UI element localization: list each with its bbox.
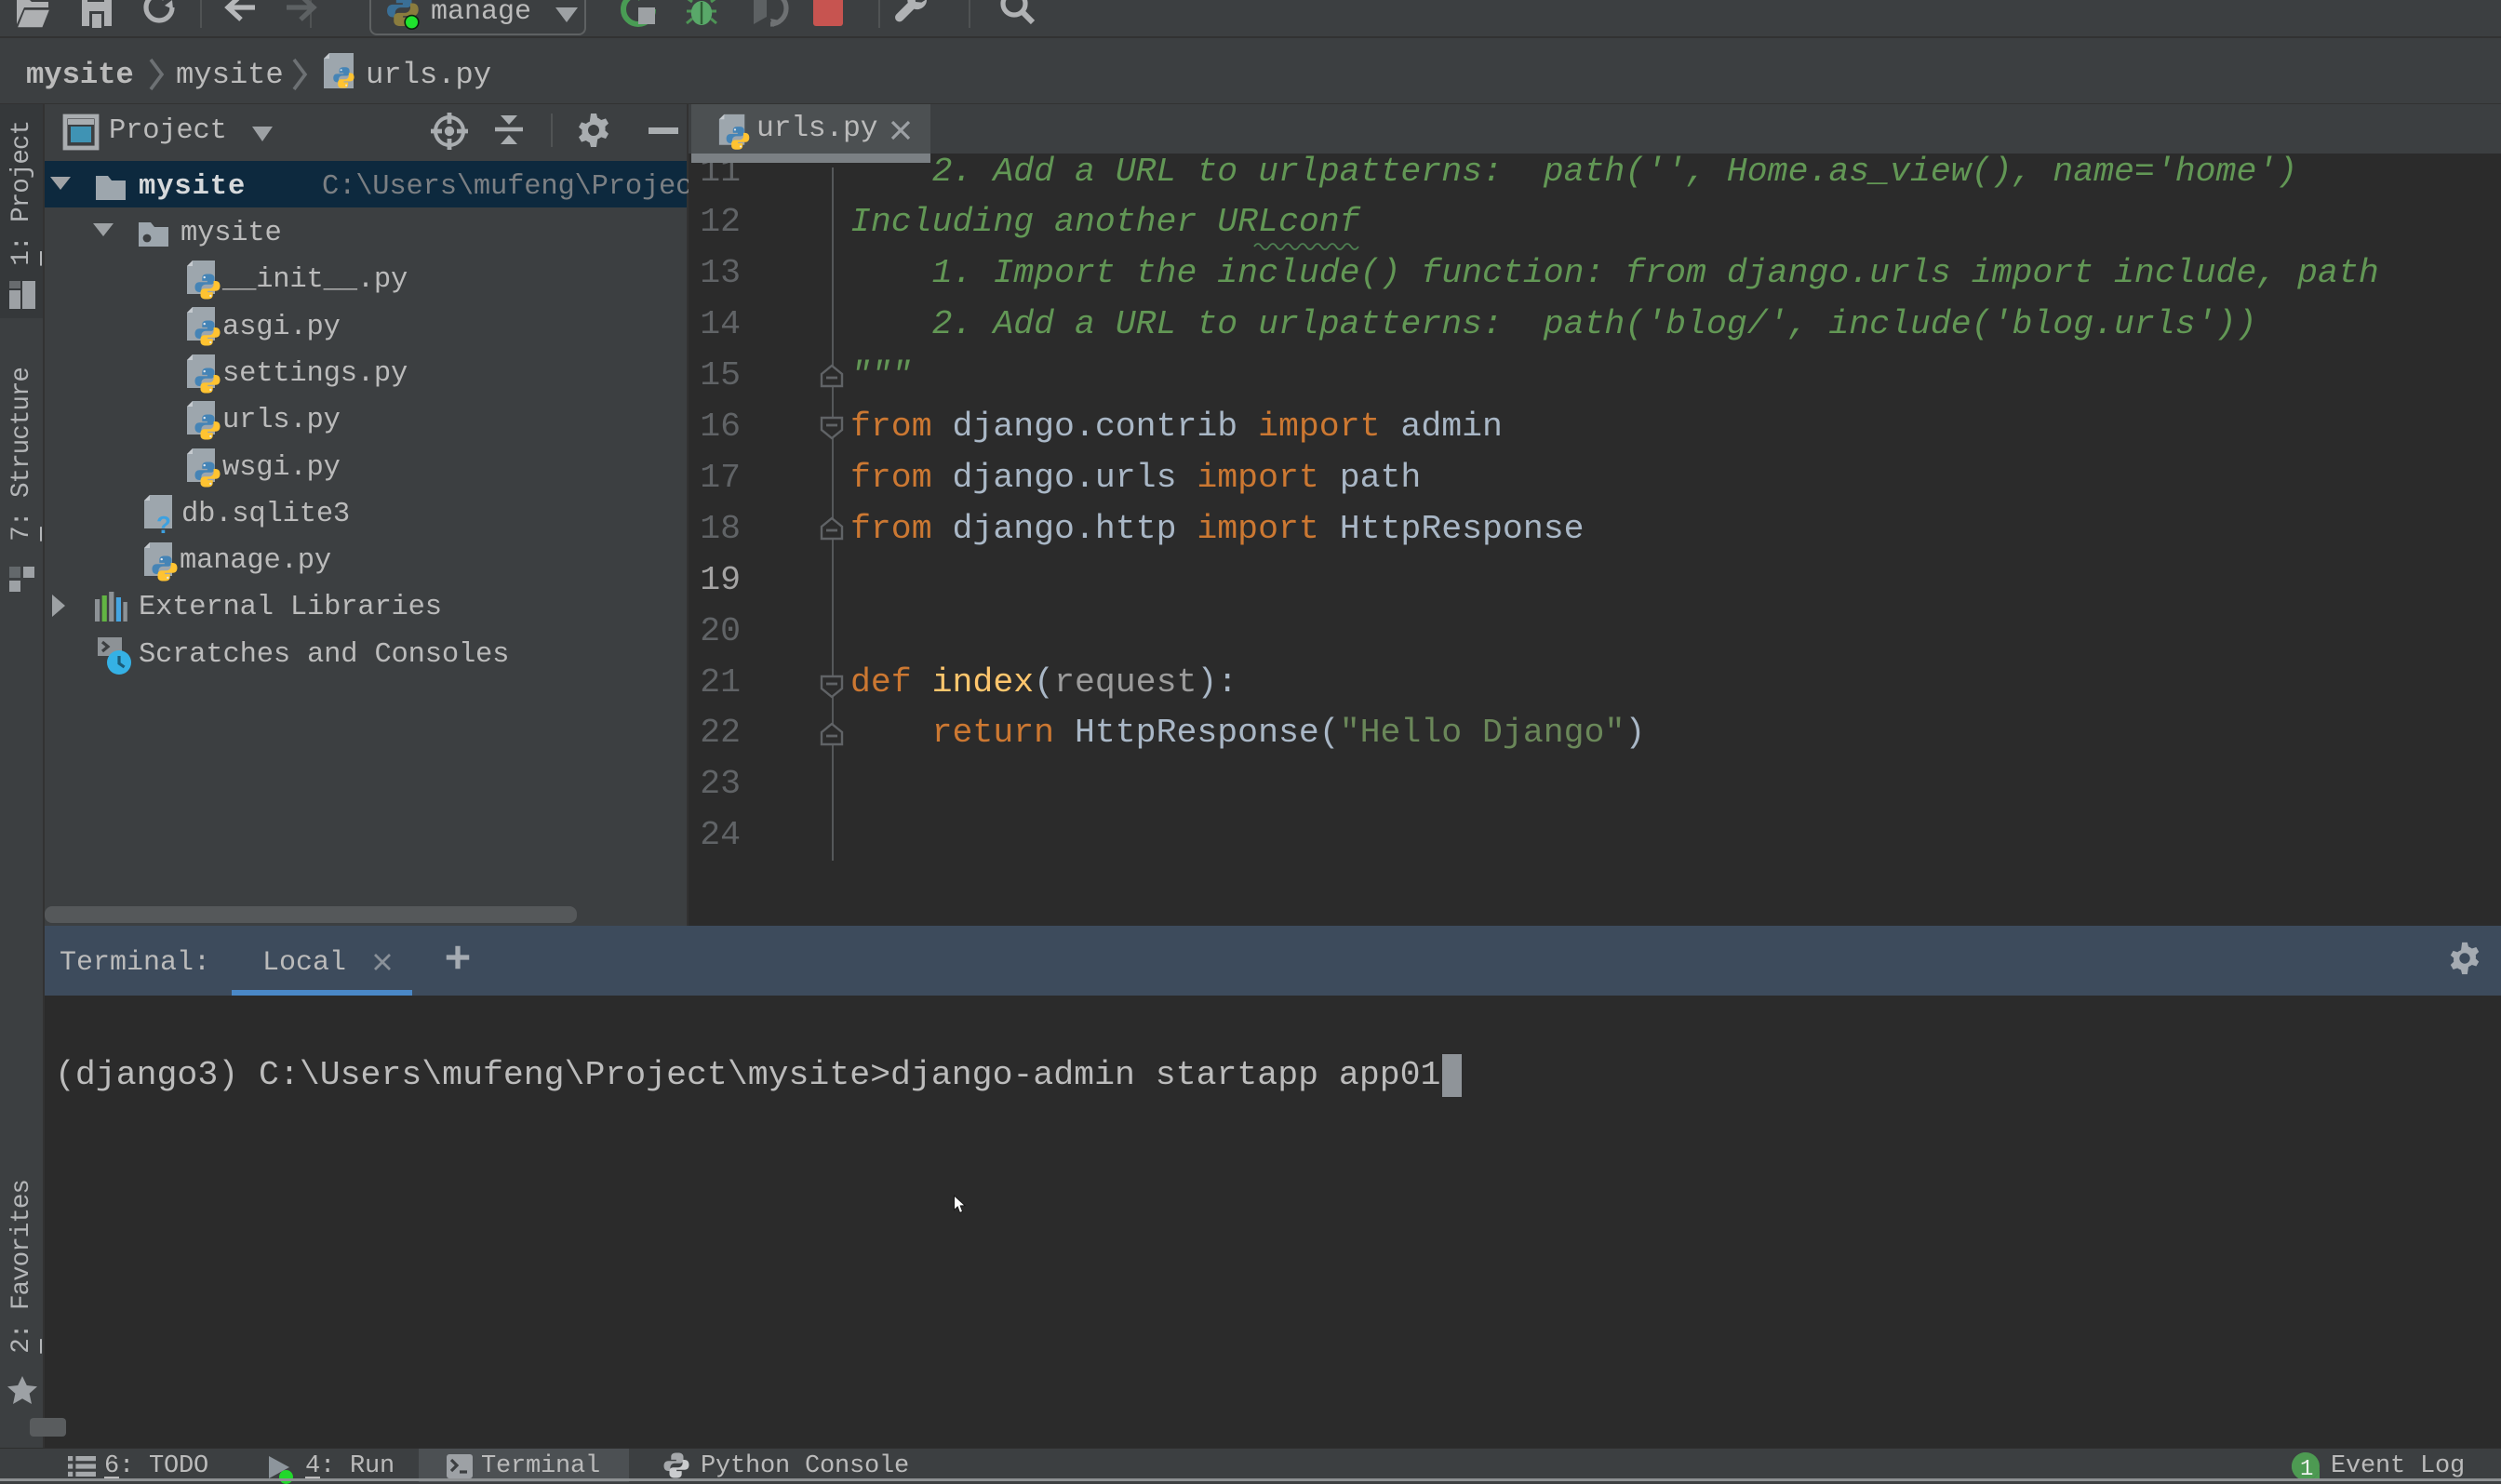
svg-text:?: ? — [156, 511, 171, 539]
